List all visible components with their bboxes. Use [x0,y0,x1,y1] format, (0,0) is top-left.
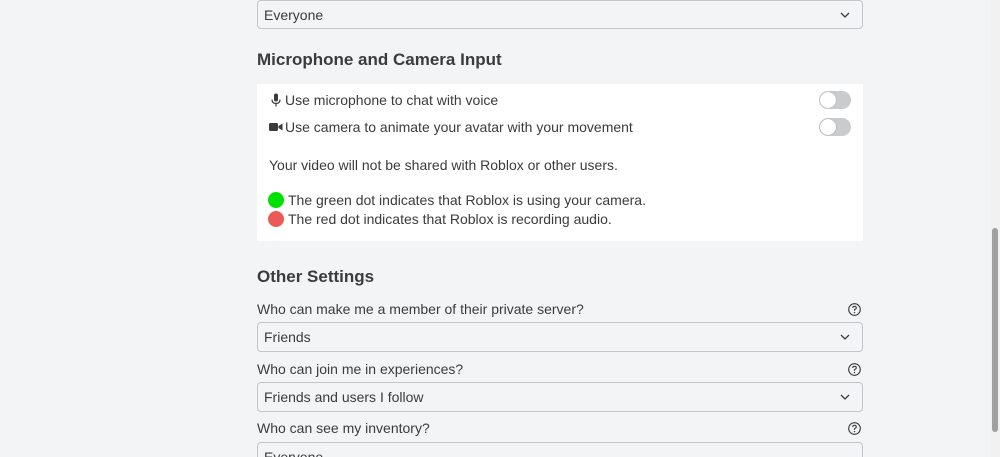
question-circle-icon[interactable] [848,302,861,316]
inventory-question-label: Who can see my inventory? [257,420,430,436]
join-experiences-question: Who can join me in experiences? [257,359,863,379]
microphone-label: Use microphone to chat with voice [285,92,499,108]
chevron-down-icon [839,331,851,343]
join-experiences-select[interactable]: Friends and users I follow [257,382,863,412]
camera-row: Use camera to animate your avatar with y… [269,116,851,138]
top-visibility-select-value: Everyone [264,6,324,23]
red-dot-text: The red dot indicates that Roblox is rec… [288,211,612,227]
green-dot-text: The green dot indicates that Roblox is u… [288,192,646,208]
mic-camera-card: Use microphone to chat with voice Use ca… [257,84,863,241]
camera-toggle[interactable] [819,118,851,136]
video-camera-icon [269,120,283,134]
green-dot-icon [268,192,284,208]
video-privacy-note: Your video will not be shared with Roblo… [269,157,618,173]
microphone-icon [269,93,283,107]
chevron-down-icon [839,9,851,21]
private-server-question: Who can make me a member of their privat… [257,299,863,319]
microphone-toggle[interactable] [819,91,851,109]
microphone-row: Use microphone to chat with voice [269,89,851,111]
camera-label: Use camera to animate your avatar with y… [285,119,633,135]
private-server-question-label: Who can make me a member of their privat… [257,301,584,317]
inventory-select[interactable]: Everyone [257,442,863,457]
join-experiences-select-value: Friends and users I follow [264,389,424,405]
private-server-select[interactable]: Friends [257,322,863,352]
private-server-select-value: Friends [264,329,311,345]
green-dot-line: The green dot indicates that Roblox is u… [268,192,646,208]
top-visibility-select[interactable]: Everyone [257,0,863,29]
camera-toggle-knob [820,119,836,135]
question-circle-icon[interactable] [848,362,861,376]
other-settings-title: Other Settings [257,267,375,286]
join-experiences-question-label: Who can join me in experiences? [257,361,464,377]
question-circle-icon[interactable] [848,421,861,435]
privacy-settings-page: Everyone Microphone and Camera Input Use… [0,0,1000,457]
microphone-toggle-knob [820,92,836,108]
inventory-select-value: Everyone [264,449,324,457]
mic-camera-section-title: Microphone and Camera Input [257,50,502,69]
chevron-down-icon [839,391,851,403]
red-dot-line: The red dot indicates that Roblox is rec… [268,211,612,227]
page-scrollbar[interactable] [990,0,1000,457]
scrollbar-thumb[interactable] [992,228,998,432]
red-dot-icon [268,211,284,227]
inventory-question: Who can see my inventory? [257,418,863,438]
